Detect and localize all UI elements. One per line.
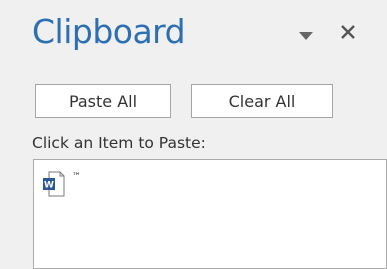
word-document-icon: W xyxy=(43,171,65,197)
close-button[interactable] xyxy=(336,20,360,44)
svg-text:W: W xyxy=(44,181,54,191)
clipboard-item-text: ™ xyxy=(72,172,81,182)
pane-options-button[interactable] xyxy=(296,28,316,42)
pane-title: Clipboard xyxy=(32,12,186,51)
instructions-label: Click an Item to Paste: xyxy=(32,134,206,152)
close-icon xyxy=(341,25,355,39)
clear-all-button[interactable]: Clear All xyxy=(191,84,333,118)
paste-all-button[interactable]: Paste All xyxy=(35,84,171,118)
clipboard-items-list: W ™ xyxy=(33,159,387,269)
clipboard-item[interactable]: W ™ xyxy=(42,170,242,200)
dropdown-arrow-icon xyxy=(299,32,313,40)
